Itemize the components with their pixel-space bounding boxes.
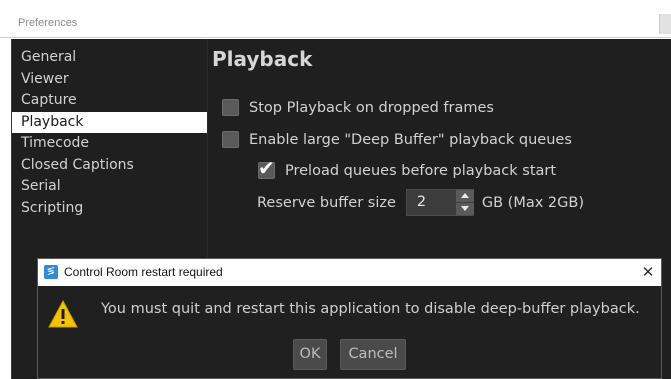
spin-up-arrow-icon[interactable]: [455, 190, 474, 202]
sidebar-item-viewer[interactable]: Viewer: [12, 69, 207, 91]
window-close-button-edge[interactable]: [659, 14, 671, 34]
preferences-title-bar[interactable]: Preferences: [0, 0, 671, 38]
option-deep-buffer-queues[interactable]: Enable large "Deep Buffer" playback queu…: [222, 131, 572, 148]
reserve-buffer-spinbox[interactable]: 2: [405, 189, 474, 216]
window-title: Preferences: [18, 17, 78, 29]
page-title: Playback: [212, 47, 313, 71]
sidebar-item-serial[interactable]: Serial: [12, 176, 207, 198]
reserve-buffer-label: Reserve buffer size: [257, 194, 396, 211]
ok-button[interactable]: OK: [293, 339, 327, 370]
control-room-app-icon: ≶: [44, 265, 58, 279]
checkmark-icon: ✔: [258, 156, 275, 180]
deep-buffer-queues-label: Enable large "Deep Buffer" playback queu…: [249, 131, 572, 148]
option-stop-on-dropped-frames[interactable]: Stop Playback on dropped frames: [222, 99, 494, 116]
close-icon[interactable]: ✕: [638, 261, 658, 283]
reserve-buffer-row: Reserve buffer size 2 GB (Max 2GB): [257, 189, 584, 216]
sidebar-item-scripting[interactable]: Scripting: [12, 198, 207, 220]
option-preload-queues[interactable]: ✔ Preload queues before playback start: [258, 157, 557, 179]
sidebar-item-capture[interactable]: Capture: [12, 90, 207, 112]
cancel-button[interactable]: Cancel: [340, 339, 406, 370]
spin-down-arrow-icon[interactable]: [455, 203, 474, 215]
reserve-buffer-unit: GB (Max 2GB): [481, 194, 584, 211]
dialog-title: Control Room restart required: [64, 265, 223, 279]
stop-on-dropped-frames-checkbox[interactable]: [222, 99, 239, 116]
warning-icon: [48, 299, 78, 328]
sidebar-item-playback[interactable]: Playback: [12, 111, 207, 133]
sidebar-item-timecode[interactable]: Timecode: [12, 133, 207, 155]
stop-on-dropped-frames-label: Stop Playback on dropped frames: [249, 99, 494, 116]
preload-queues-label: Preload queues before playback start: [285, 162, 557, 179]
sidebar-item-general[interactable]: General: [12, 47, 207, 69]
dialog-title-bar[interactable]: ≶ Control Room restart required ✕: [38, 259, 661, 286]
sidebar-item-closed-captions[interactable]: Closed Captions: [12, 155, 207, 177]
preload-queues-checkbox[interactable]: ✔: [258, 157, 275, 179]
reserve-buffer-value[interactable]: 2: [417, 194, 426, 210]
restart-required-dialog: ≶ Control Room restart required ✕ You mu…: [37, 258, 662, 379]
deep-buffer-queues-checkbox[interactable]: [222, 131, 239, 148]
dialog-message: You must quit and restart this applicati…: [101, 301, 640, 317]
preferences-sidebar: General Viewer Capture Playback Timecode…: [12, 47, 207, 219]
